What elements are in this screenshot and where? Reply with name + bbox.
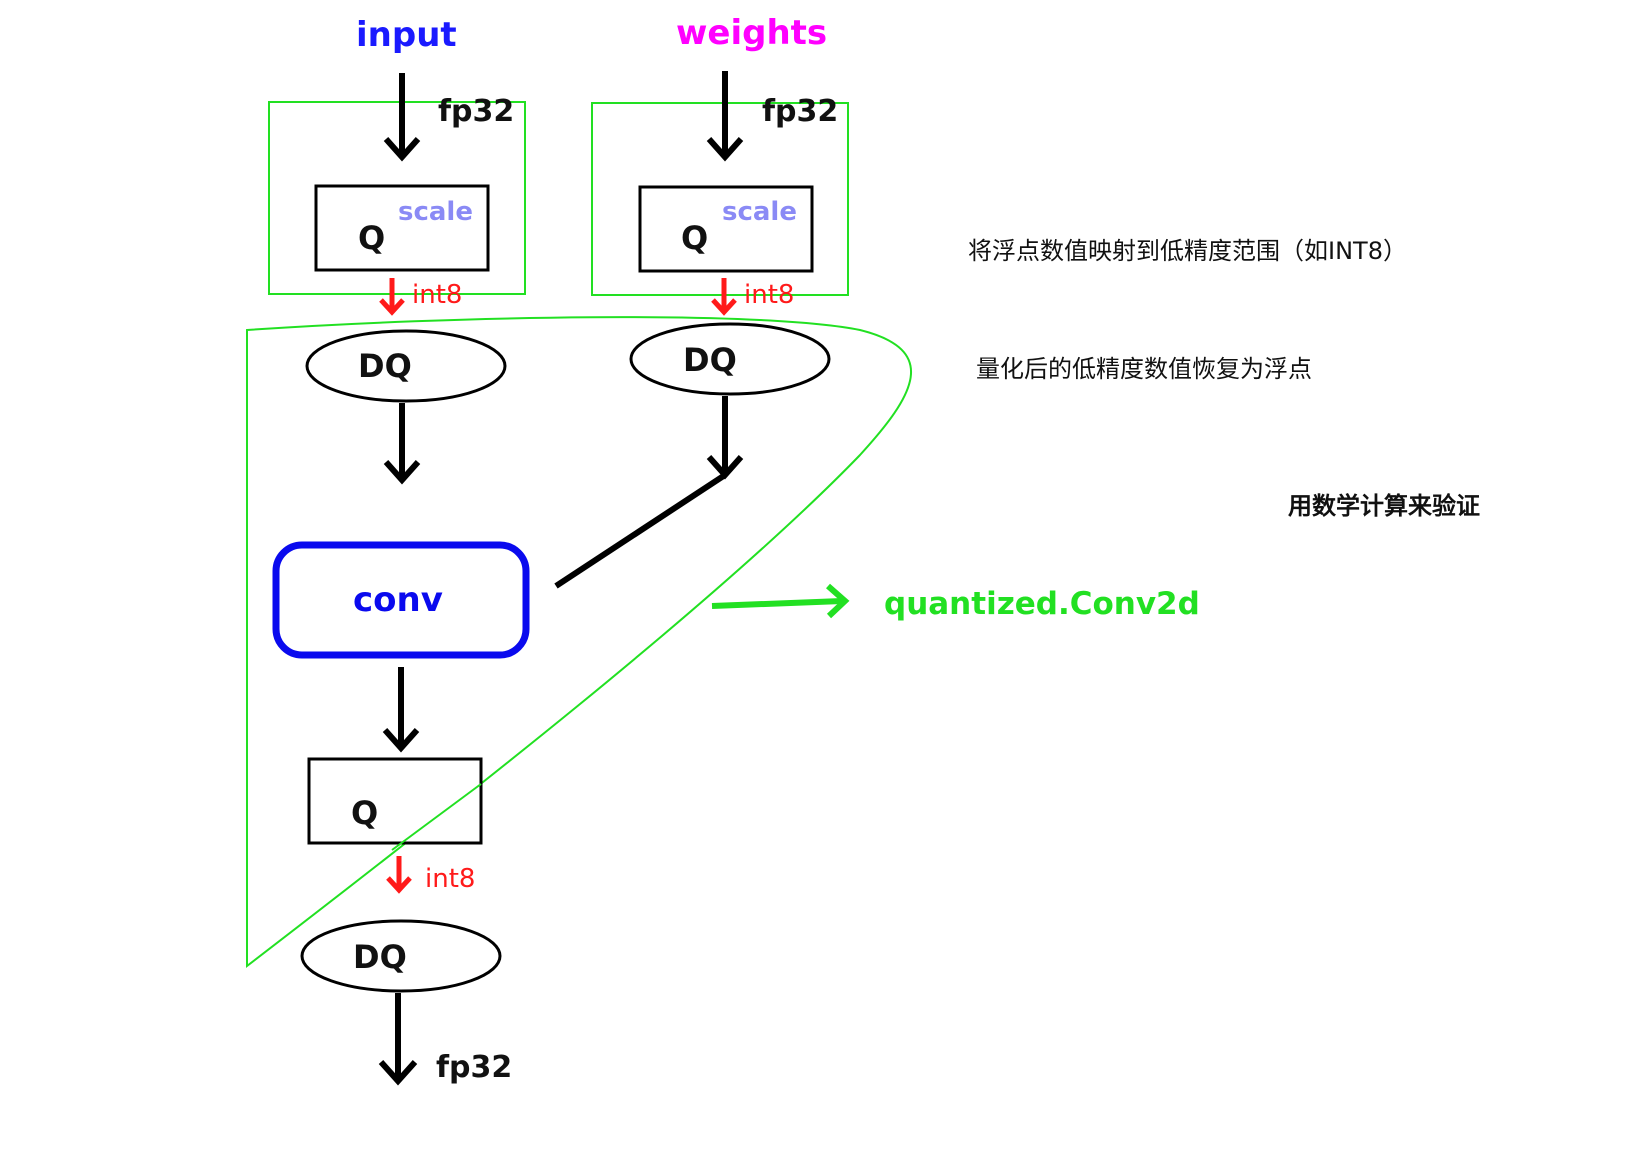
input-label: input (356, 15, 457, 55)
input-dq-to-conv-arrow (383, 403, 421, 485)
weights-dq-label: DQ (683, 341, 737, 379)
input-int8-label: int8 (412, 280, 463, 310)
input-fp32-arrow (383, 73, 421, 162)
weights-fp32-label: fp32 (762, 94, 839, 129)
weights-fp32-arrow (706, 71, 744, 162)
quantization-flow-diagram (246, 71, 913, 1086)
quantize-note: 将浮点数值映射到低精度范围（如INT8） (968, 237, 1407, 265)
conv-label: conv (353, 580, 443, 620)
output-fp32-arrow (378, 993, 418, 1086)
fused-op-pointer-arrow (711, 583, 850, 619)
weights-to-conv-connector (554, 472, 727, 589)
output-quantize-box (307, 757, 483, 845)
output-q-label: Q (351, 794, 379, 832)
output-fp32-label: fp32 (436, 1050, 513, 1085)
diagram-canvas: input weights fp32 fp32 fp32 Q scale Q s… (0, 0, 1632, 1152)
verify-note: 用数学计算来验证 (1288, 492, 1480, 520)
input-scale-label: scale (398, 197, 473, 227)
input-dq-label: DQ (358, 347, 412, 385)
input-q-label: Q (358, 219, 386, 257)
output-int8-label: int8 (425, 864, 476, 894)
weights-label: weights (676, 13, 828, 53)
weights-q-label: Q (681, 219, 709, 257)
weights-scale-label: scale (722, 197, 797, 227)
weights-dq-down-arrow (706, 396, 744, 480)
input-fp32-label: fp32 (438, 94, 515, 129)
output-dq-label: DQ (353, 938, 407, 976)
weights-int8-label: int8 (744, 280, 795, 310)
fused-op-label: quantized.Conv2d (884, 586, 1200, 622)
output-int8-arrow (386, 856, 412, 894)
dequantize-note: 量化后的低精度数值恢复为浮点 (976, 355, 1312, 383)
conv-to-q-arrow (382, 667, 420, 753)
